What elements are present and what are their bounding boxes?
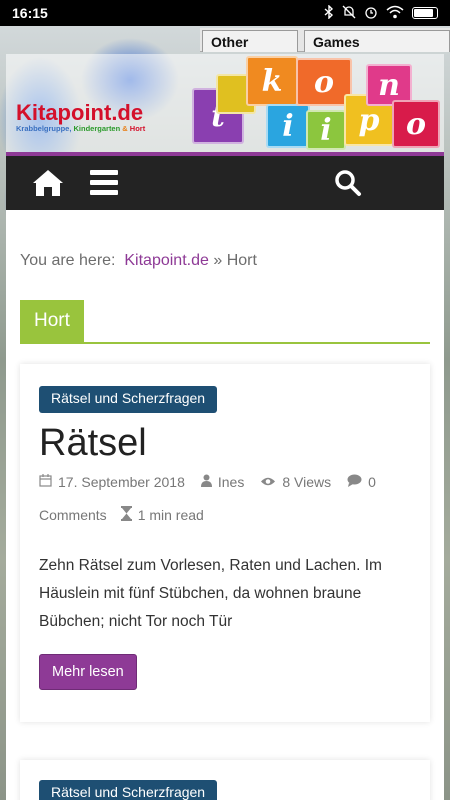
bluetooth-icon bbox=[324, 3, 334, 22]
breadcrumb-prefix: You are here: bbox=[20, 252, 116, 269]
category-title-bar: Hort bbox=[20, 300, 430, 344]
post-date-text: 17. September 2018 bbox=[58, 474, 185, 490]
letter-cube: i bbox=[266, 104, 310, 148]
post-title[interactable]: Rätsel bbox=[39, 422, 147, 465]
post-comments-label[interactable]: Comments bbox=[39, 507, 107, 523]
post-views: 8 Views bbox=[260, 474, 331, 490]
letter-cubes-image: t k i o i p n o bbox=[186, 54, 444, 154]
post-excerpt: Zehn Rätsel zum Vorlesen, Raten und Lach… bbox=[39, 557, 382, 630]
post-views-text: 8 Views bbox=[282, 474, 332, 490]
category-title: Hort bbox=[20, 300, 84, 342]
letter-cube: o bbox=[392, 100, 440, 148]
search-icon[interactable] bbox=[334, 169, 362, 197]
comment-icon bbox=[347, 474, 368, 490]
alarm-icon bbox=[364, 5, 378, 22]
post-meta-row-2: Comments 1 min read bbox=[39, 506, 220, 524]
breadcrumb: You are here: Kitapoint.de » Hort bbox=[20, 252, 257, 270]
letter-cube: k bbox=[246, 56, 298, 106]
letter-cube: i bbox=[306, 110, 346, 150]
tagline-part: Krabbelgruppe, bbox=[16, 124, 74, 133]
status-time: 16:15 bbox=[12, 5, 48, 21]
user-icon bbox=[200, 474, 218, 490]
mute-icon bbox=[342, 5, 356, 22]
post-author-text: Ines bbox=[217, 474, 245, 490]
calendar-icon bbox=[39, 474, 58, 490]
wifi-icon bbox=[386, 5, 404, 22]
post-card: Rätsel und Scherzfragen Rätsel 17. Septe… bbox=[20, 364, 430, 722]
tagline-part: & bbox=[120, 124, 130, 133]
post-category-badge[interactable]: Rätsel und Scherzfragen bbox=[39, 386, 218, 413]
breadcrumb-separator: » bbox=[213, 252, 223, 269]
tab-other[interactable]: Other bbox=[202, 30, 298, 52]
tagline-part: Kindergarten bbox=[73, 124, 121, 133]
post-meta-row: 17. September 2018 Ines 8 Views 0 bbox=[39, 474, 392, 490]
status-icons bbox=[324, 3, 438, 22]
post-card: Rätsel und Scherzfragen bbox=[20, 760, 430, 800]
main-navigation bbox=[6, 156, 444, 210]
post-read-time: 1 min read bbox=[120, 506, 204, 524]
tagline-part: Hort bbox=[129, 124, 146, 133]
post-comments[interactable]: 0 bbox=[347, 474, 376, 490]
post-category-badge[interactable]: Rätsel und Scherzfragen bbox=[39, 780, 218, 800]
hamburger-menu-icon[interactable] bbox=[90, 170, 118, 196]
tab-games[interactable]: Games bbox=[304, 30, 450, 52]
hourglass-icon bbox=[120, 506, 138, 524]
site-logo[interactable]: Kitapoint.de bbox=[16, 100, 143, 126]
post-comments-count: 0 bbox=[368, 474, 376, 490]
eye-icon bbox=[260, 474, 282, 490]
site-header: Kitapoint.de Krabbelgruppe, Kindergarten… bbox=[6, 54, 444, 154]
post-date[interactable]: 17. September 2018 bbox=[39, 474, 185, 490]
post-read-time-text: 1 min read bbox=[137, 507, 204, 523]
breadcrumb-home-link[interactable]: Kitapoint.de bbox=[124, 252, 209, 269]
main-content: You are here: Kitapoint.de » Hort Hort R… bbox=[6, 210, 444, 800]
battery-icon bbox=[412, 7, 438, 19]
site-tagline: Krabbelgruppe, Kindergarten & Hort bbox=[16, 124, 145, 133]
read-more-button[interactable]: Mehr lesen bbox=[39, 654, 137, 690]
top-tabs: Other Games bbox=[0, 26, 450, 54]
breadcrumb-current: Hort bbox=[226, 252, 257, 269]
home-icon[interactable] bbox=[32, 168, 64, 198]
post-author[interactable]: Ines bbox=[200, 474, 245, 490]
status-bar: 16:15 bbox=[0, 0, 450, 26]
